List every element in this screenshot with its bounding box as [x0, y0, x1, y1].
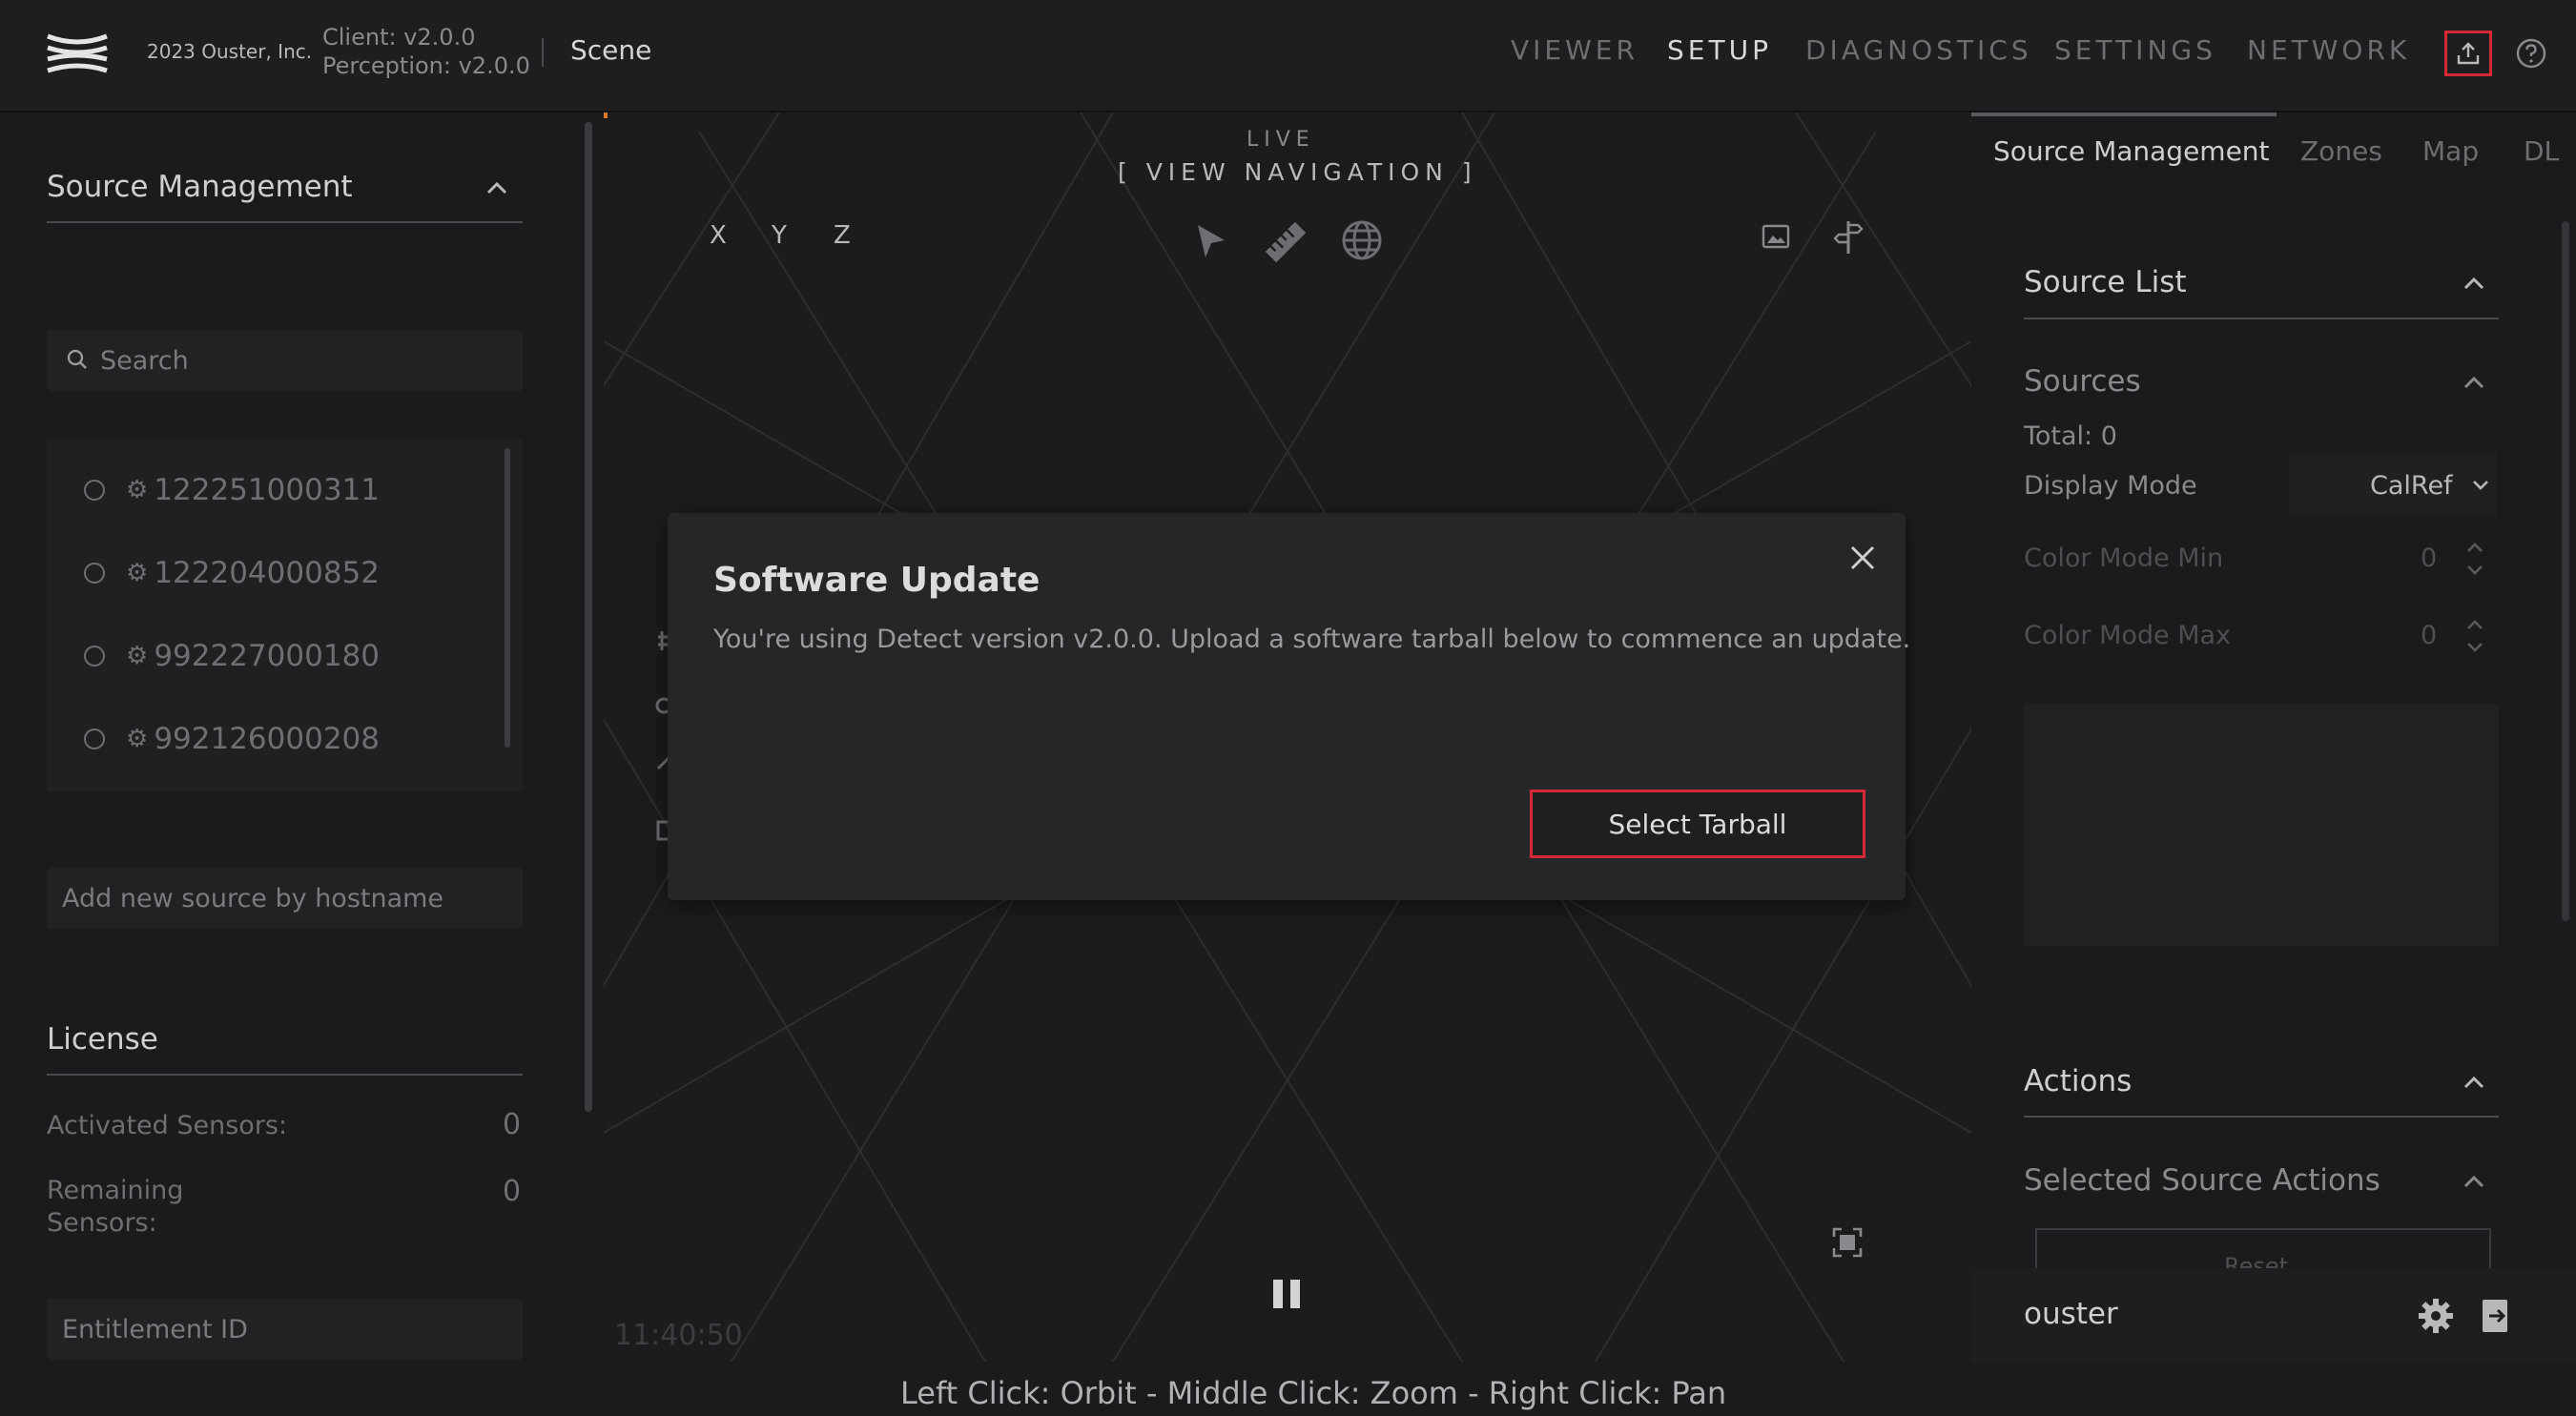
section-divider	[2024, 1116, 2499, 1118]
mouse-help-text: Left Click: Orbit - Middle Click: Zoom -…	[900, 1375, 1727, 1411]
color-mode-max-label: Color Mode Max	[2024, 621, 2232, 650]
radio-icon[interactable]	[84, 563, 105, 584]
color-preview-area	[2024, 704, 2499, 946]
chevron-up-icon[interactable]	[486, 181, 507, 195]
axis-x-button[interactable]: X	[710, 221, 727, 250]
client-version: Client: v2.0.0	[322, 24, 476, 51]
activated-sensors-value: 0	[503, 1108, 522, 1141]
color-mode-max-value[interactable]: 0	[2421, 621, 2437, 650]
active-tab-indicator	[1971, 113, 2277, 116]
stepper-icon[interactable]	[2464, 617, 2485, 655]
nav-network[interactable]: NETWORK	[2247, 34, 2410, 66]
pointer-icon[interactable]	[1194, 221, 1228, 263]
sensor-icon: ⚙	[126, 559, 149, 587]
entitlement-placeholder: Entitlement ID	[62, 1315, 248, 1344]
axis-z-button[interactable]: Z	[834, 221, 851, 250]
timestamp: 11:40:50	[614, 1319, 743, 1352]
remaining-sensors-value: 0	[503, 1175, 522, 1208]
display-mode-label: Display Mode	[2024, 471, 2197, 501]
color-mode-min-value[interactable]: 0	[2421, 544, 2437, 573]
axis-y-button[interactable]: Y	[772, 221, 787, 250]
signpost-icon[interactable]	[1833, 217, 1864, 256]
radio-icon[interactable]	[84, 646, 105, 667]
tab-map[interactable]: Map	[2422, 135, 2479, 167]
activated-sensors-label: Activated Sensors:	[47, 1111, 288, 1140]
version-info: Client: v2.0.0 Perception: v2.0.0	[322, 23, 530, 80]
stepper-icon[interactable]	[2464, 540, 2485, 578]
nav-diagnostics[interactable]: DIAGNOSTICS	[1805, 34, 2032, 66]
source-id: 122204000852	[154, 556, 380, 590]
close-icon[interactable]	[1846, 542, 1879, 574]
live-indicator: LIVE	[1247, 128, 1315, 152]
logout-icon[interactable]	[2480, 1297, 2514, 1335]
left-panel-scrollbar[interactable]	[585, 122, 592, 1112]
upload-button[interactable]	[2444, 31, 2492, 76]
tab-zones[interactable]: Zones	[2300, 135, 2382, 167]
help-button[interactable]	[2512, 34, 2550, 72]
pause-icon[interactable]	[1269, 1277, 1304, 1311]
nav-setup[interactable]: SETUP	[1667, 34, 1772, 66]
help-icon	[2516, 38, 2546, 69]
ruler-icon[interactable]	[1263, 219, 1309, 265]
search-icon	[67, 349, 87, 369]
section-divider	[47, 221, 523, 223]
display-mode-value: CalRef	[2370, 471, 2453, 501]
list-item[interactable]: ⚙ 122251000311	[84, 473, 380, 507]
username: ouster	[2024, 1297, 2118, 1331]
chevron-up-icon[interactable]	[2463, 376, 2484, 389]
list-item[interactable]: ⚙ 122204000852	[84, 556, 380, 590]
dialog-title: Software Update	[713, 561, 1041, 600]
radio-icon[interactable]	[84, 480, 105, 501]
fullscreen-icon[interactable]	[1831, 1226, 1864, 1259]
remaining-sensors-label: Remaining Sensors:	[47, 1176, 184, 1238]
tab-source-management[interactable]: Source Management	[1993, 135, 2270, 167]
color-mode-min-label: Color Mode Min	[2024, 544, 2224, 573]
sensor-icon: ⚙	[126, 476, 149, 504]
source-list-scrollbar[interactable]	[505, 448, 510, 748]
source-id: 992126000208	[154, 722, 380, 756]
upload-icon	[2457, 42, 2480, 65]
select-tarball-button[interactable]: Select Tarball	[1530, 790, 1865, 858]
license-title: License	[47, 1022, 158, 1057]
source-id: 122251000311	[154, 473, 380, 507]
list-item[interactable]: ⚙ 992126000208	[84, 722, 380, 756]
gear-icon[interactable]	[2417, 1297, 2455, 1335]
chevron-up-icon[interactable]	[2463, 1175, 2484, 1188]
actions-title: Actions	[2024, 1064, 2133, 1098]
chevron-down-icon	[2473, 481, 2488, 490]
sources-title: Sources	[2024, 364, 2141, 399]
chevron-up-icon[interactable]	[2463, 277, 2484, 290]
ouster-logo-icon	[47, 33, 108, 73]
copyright-text: 2023 Ouster, Inc.	[147, 40, 313, 63]
header-divider	[542, 38, 544, 67]
section-divider	[2024, 318, 2499, 319]
scene-label: Scene	[570, 34, 652, 66]
source-management-title: Source Management	[47, 170, 353, 204]
nav-viewer[interactable]: VIEWER	[1511, 34, 1638, 66]
view-navigation-label: [ VIEW NAVIGATION ]	[1118, 158, 1477, 186]
image-icon[interactable]	[1761, 221, 1791, 252]
sources-total: Total: 0	[2024, 421, 2117, 451]
chevron-up-icon[interactable]	[2463, 1076, 2484, 1089]
list-item[interactable]: ⚙ 992227000180	[84, 639, 380, 673]
nav-settings[interactable]: SETTINGS	[2054, 34, 2216, 66]
search-placeholder: Search	[100, 346, 189, 376]
radio-icon[interactable]	[84, 729, 105, 749]
sensor-icon: ⚙	[126, 725, 149, 753]
right-panel-scrollbar[interactable]	[2562, 221, 2569, 921]
globe-icon[interactable]	[1339, 217, 1385, 263]
source-list-title: Source List	[2024, 265, 2187, 299]
hostname-placeholder: Add new source by hostname	[62, 884, 444, 913]
dialog-message: You're using Detect version v2.0.0. Uplo…	[713, 625, 1911, 654]
perception-version: Perception: v2.0.0	[322, 52, 530, 79]
sensor-icon: ⚙	[126, 642, 149, 670]
section-divider	[47, 1074, 523, 1076]
selected-source-actions-title: Selected Source Actions	[2024, 1163, 2380, 1198]
source-id: 992227000180	[154, 639, 380, 673]
tab-dl[interactable]: DL	[2524, 135, 2559, 167]
